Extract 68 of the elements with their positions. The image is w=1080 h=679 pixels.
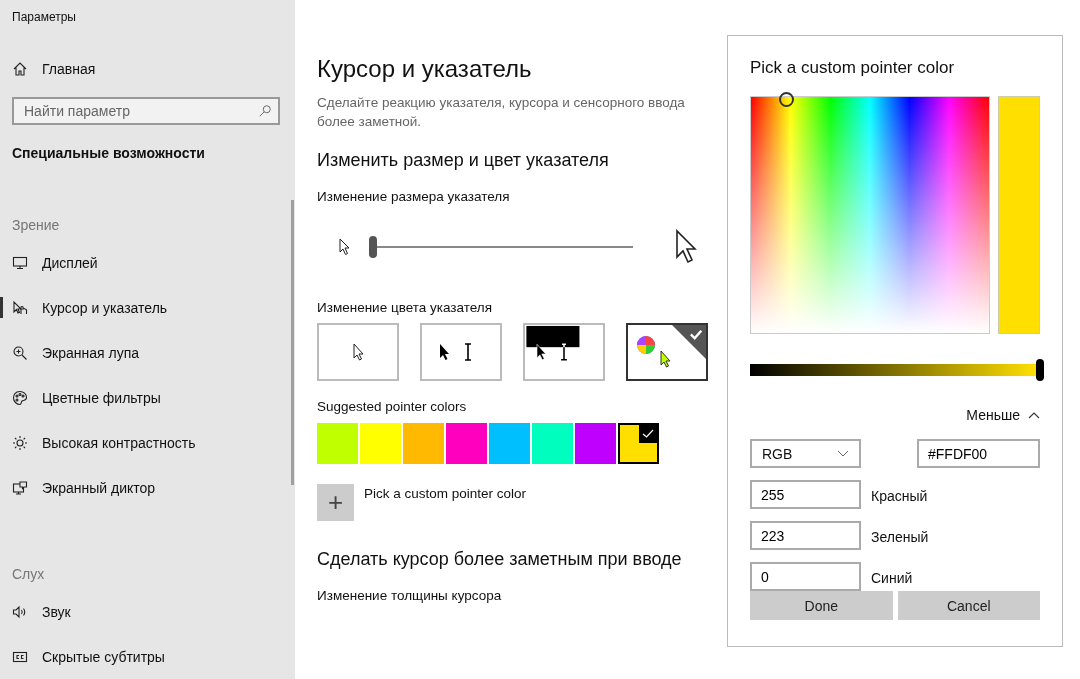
window-title: Параметры bbox=[11, 9, 77, 26]
page-description: Сделайте реакцию указателя, курсора и сенсорного ввода более заметной. bbox=[317, 94, 686, 131]
selected-check-icon bbox=[672, 325, 706, 359]
speaker-icon bbox=[12, 603, 28, 620]
monitor-icon bbox=[12, 254, 28, 271]
pointer-arrow-icon bbox=[352, 343, 364, 361]
hex-input[interactable]: #FFDF00 bbox=[917, 439, 1040, 468]
search-icon bbox=[258, 104, 272, 118]
channel-input[interactable]: 0 bbox=[750, 562, 861, 591]
color-swatch[interactable] bbox=[532, 423, 573, 464]
sidebar-item[interactable]: Скрытые субтитры bbox=[0, 634, 295, 679]
sidebar-item[interactable]: Дисплей bbox=[0, 240, 295, 285]
search-field[interactable]: Найти параметр bbox=[12, 97, 280, 125]
large-pointer-icon bbox=[675, 229, 699, 265]
small-pointer-icon bbox=[339, 238, 351, 256]
sun-icon bbox=[12, 434, 28, 451]
group-title: Зрение bbox=[11, 217, 61, 233]
sidebar-item[interactable]: Цветные фильтры bbox=[0, 375, 295, 420]
dialog-button[interactable]: Cancel bbox=[897, 591, 1040, 620]
sidebar-item[interactable]: Экранный диктор bbox=[0, 465, 295, 510]
spectrum-handle[interactable] bbox=[779, 92, 794, 107]
check-icon bbox=[639, 425, 657, 443]
setting-label: Изменение толщины курсора bbox=[317, 588, 502, 603]
color-mode-dropdown[interactable]: RGB bbox=[750, 439, 861, 468]
color-wheel-pointer-drawing bbox=[636, 335, 672, 369]
group-title: Слух bbox=[11, 566, 46, 582]
custom-color-link[interactable]: Pick a custom pointer color bbox=[364, 484, 527, 501]
color-swatch[interactable] bbox=[317, 423, 358, 464]
arrow-and-text-cursor-drawing bbox=[439, 343, 473, 361]
setting-label: Изменение цвета указателя bbox=[317, 300, 492, 315]
color-swatch[interactable] bbox=[403, 423, 444, 464]
color-swatch[interactable] bbox=[575, 423, 616, 464]
sidebar-item[interactable]: Курсор и указатель bbox=[0, 285, 295, 330]
pointer-style-option[interactable] bbox=[626, 323, 708, 381]
home-icon bbox=[12, 61, 28, 77]
scrollbar[interactable] bbox=[291, 200, 294, 485]
collapse-toggle[interactable]: Меньше bbox=[966, 407, 1040, 423]
section-title: Сделать курсор более заметным при вводе bbox=[317, 549, 682, 570]
dialog-button[interactable]: Done bbox=[750, 591, 893, 620]
sidebar-item[interactable]: Экранная лупа bbox=[0, 330, 295, 375]
color-swatch[interactable] bbox=[446, 423, 487, 464]
channel-label: Зеленый bbox=[871, 528, 929, 545]
zoom-in-icon bbox=[12, 344, 28, 361]
color-swatch[interactable] bbox=[489, 423, 530, 464]
narrator-icon bbox=[12, 479, 28, 496]
color-swatch[interactable] bbox=[360, 423, 401, 464]
chevron-up-icon bbox=[1028, 411, 1040, 419]
slider-thumb[interactable] bbox=[1036, 359, 1044, 381]
sidebar-item[interactable]: Звук bbox=[0, 589, 295, 634]
home-link[interactable]: Главная bbox=[0, 59, 295, 79]
sidebar-item[interactable]: Высокая контрастность bbox=[0, 420, 295, 465]
setting-label: Изменение размера указателя bbox=[317, 189, 510, 204]
channel-label: Красный bbox=[871, 487, 928, 504]
channel-input[interactable]: 255 bbox=[750, 480, 861, 509]
hand-pointer-icon bbox=[12, 299, 28, 316]
dialog-title: Pick a custom pointer color bbox=[750, 58, 956, 78]
channel-input[interactable]: 223 bbox=[750, 521, 861, 550]
section-title: Изменить размер и цвет указателя bbox=[317, 150, 609, 171]
add-color-button[interactable]: + bbox=[317, 484, 354, 521]
section-heading: Специальные возможности bbox=[11, 144, 206, 161]
page-title: Курсор и указатель bbox=[317, 55, 532, 83]
channel-label: Синий bbox=[871, 569, 913, 586]
slider-thumb[interactable] bbox=[369, 236, 377, 258]
chevron-down-icon bbox=[837, 449, 849, 458]
palette-icon bbox=[12, 389, 28, 406]
setting-label: Suggested pointer colors bbox=[317, 399, 467, 414]
pointer-style-option[interactable] bbox=[420, 323, 502, 381]
color-swatch[interactable] bbox=[618, 423, 659, 464]
